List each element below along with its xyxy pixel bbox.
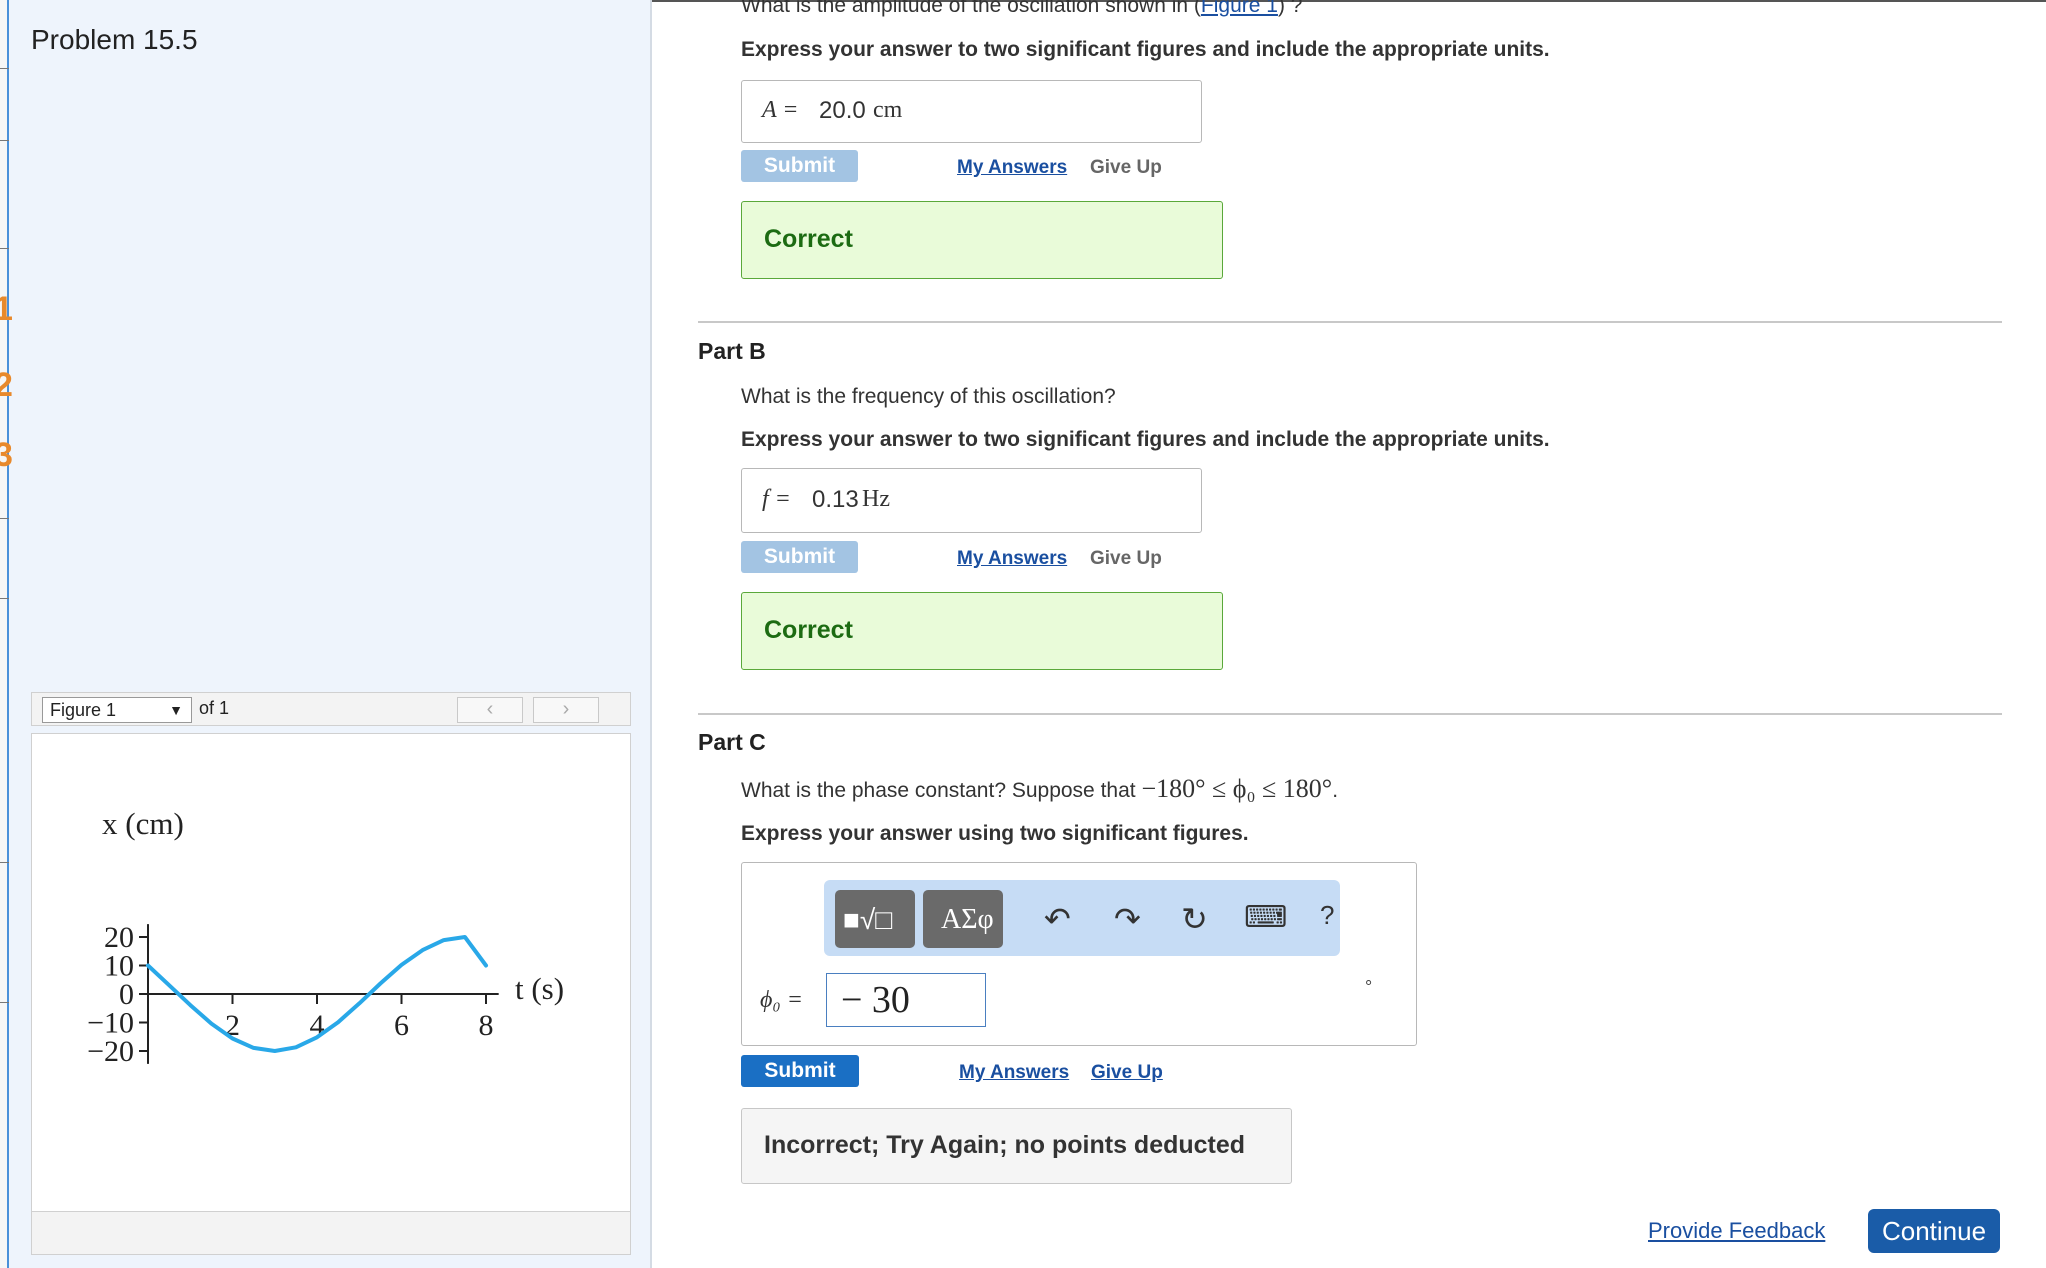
figure-select[interactable]: Figure 1 ▼ [42, 697, 192, 723]
part-b-var-label: f = [762, 486, 791, 512]
symbols-button[interactable]: ΑΣφ [923, 890, 1003, 948]
part-c-submit-button[interactable]: Submit [741, 1055, 859, 1087]
redo-icon[interactable]: ↷ [1114, 900, 1141, 938]
part-b-answer-box[interactable]: f = 0.13 Hz [741, 468, 1202, 533]
figure-select-label: Figure 1 [50, 700, 117, 720]
chevron-right-icon: › [562, 698, 570, 720]
edge-tick [0, 1002, 9, 1003]
part-a-give-up-link: Give Up [1090, 157, 1162, 178]
chart-axes [147, 924, 499, 1064]
part-a-submit-button[interactable]: Submit [741, 150, 858, 182]
chevron-left-icon: ‹ [486, 698, 494, 720]
part-a-answer-box[interactable]: A = 20.0 cm [741, 80, 1202, 143]
phase-answer-input[interactable]: − 30 [826, 973, 986, 1027]
edge-tick [0, 598, 9, 599]
part-b-title: Part B [698, 338, 766, 364]
part-a-question-text: What is the amplitude of the oscillation… [741, 0, 1201, 17]
y-axis-label: x (cm) [102, 806, 184, 841]
part-a-answer-unit: cm [873, 97, 903, 123]
degree-unit-symbol: ° [1365, 977, 1373, 997]
part-b-question: What is the frequency of this oscillatio… [741, 385, 1116, 408]
part-b-answer-unit: Hz [862, 486, 890, 512]
math-toolbar: ■√□ ΑΣφ ↶ ↷ ↻ ⌨ ? [824, 880, 1340, 956]
section-divider [698, 713, 2002, 715]
x-tick-label: 6 [394, 1009, 409, 1042]
figure-1-link[interactable]: Figure 1 [1201, 0, 1278, 17]
phase-answer-value: − 30 [841, 979, 910, 1021]
part-c-question: What is the phase constant? Suppose that… [741, 774, 1338, 804]
symbols-icon: ΑΣφ [941, 904, 994, 935]
edge-number: 2 [0, 366, 13, 404]
part-c-var-label: ϕ₀ = [760, 987, 803, 1013]
figure-count: of 1 [199, 698, 230, 718]
oscillation-chart: x (cm) t (s) 2 4 6 820100−10−20 [87, 806, 564, 1068]
help-icon[interactable]: ? [1320, 900, 1334, 931]
undo-icon[interactable]: ↶ [1044, 900, 1071, 938]
part-b-give-up-link: Give Up [1090, 548, 1162, 569]
edge-tick [0, 518, 9, 519]
prev-figure-button[interactable]: ‹ [457, 697, 523, 723]
part-b-answer-number: 0.13 [812, 486, 859, 513]
part-c-question-math: −180° ≤ ϕ₀ ≤ 180° [1141, 774, 1333, 803]
edge-tick [0, 140, 9, 141]
part-c-give-up-link[interactable]: Give Up [1091, 1062, 1163, 1084]
edge-tick [0, 248, 9, 249]
edge-tick [0, 862, 9, 863]
y-tick-label: −20 [87, 1035, 134, 1068]
part-b-submit-button[interactable]: Submit [741, 541, 858, 573]
part-c-my-answers-link[interactable]: My Answers [959, 1062, 1069, 1084]
reset-icon[interactable]: ↻ [1181, 900, 1208, 938]
figure-toolbar: Figure 1 ▼ of 1 ‹ › [31, 692, 631, 726]
figure-footer [32, 1211, 630, 1254]
edge-number: 1 [0, 290, 13, 328]
next-figure-button[interactable]: › [533, 697, 599, 723]
figure-box: x (cm) t (s) 2 4 6 8 20 10 0 −10 −20 [31, 733, 631, 1255]
part-c-feedback: Incorrect; Try Again; no points deducted [741, 1108, 1292, 1184]
x-axis-label: t (s) [515, 971, 564, 1006]
left-edge-strip: 1 2 3 [0, 0, 13, 1268]
part-a-question: What is the amplitude of the oscillation… [741, 0, 1302, 18]
edge-tick [0, 68, 9, 69]
part-a-question-end: ) ? [1277, 0, 1303, 17]
part-b-instruction: Express your answer to two significant f… [741, 428, 1550, 451]
part-c-question-end: . [1332, 779, 1339, 802]
problem-title: Problem 15.5 [31, 24, 198, 55]
part-a-var-label: A = [762, 97, 799, 123]
part-c-title: Part C [698, 729, 766, 755]
part-b-my-answers-link[interactable]: My Answers [957, 548, 1067, 570]
part-a-feedback: Correct [741, 201, 1223, 279]
part-c-question-text: What is the phase constant? Suppose that [741, 779, 1142, 802]
left-panel: Problem 15.5 Figure 1 ▼ of 1 ‹ › x (cm) … [0, 0, 652, 1268]
x-tick-label: 8 [479, 1009, 494, 1042]
part-a-answer-number: 20.0 [819, 97, 866, 124]
provide-feedback-link[interactable]: Provide Feedback [1648, 1218, 1825, 1244]
keyboard-icon[interactable]: ⌨ [1244, 900, 1287, 935]
edge-number: 3 [0, 436, 13, 474]
templates-icon: ■√□ [843, 904, 893, 935]
templates-button[interactable]: ■√□ [835, 890, 915, 948]
part-a-my-answers-link[interactable]: My Answers [957, 157, 1067, 179]
continue-button[interactable]: Continue [1868, 1209, 2000, 1253]
part-c-instruction: Express your answer using two significan… [741, 822, 1249, 845]
part-b-feedback: Correct [741, 592, 1223, 670]
part-a-instruction: Express your answer to two significant f… [741, 38, 1550, 61]
dropdown-arrow-icon: ▼ [169, 702, 183, 718]
section-divider [698, 321, 2002, 323]
